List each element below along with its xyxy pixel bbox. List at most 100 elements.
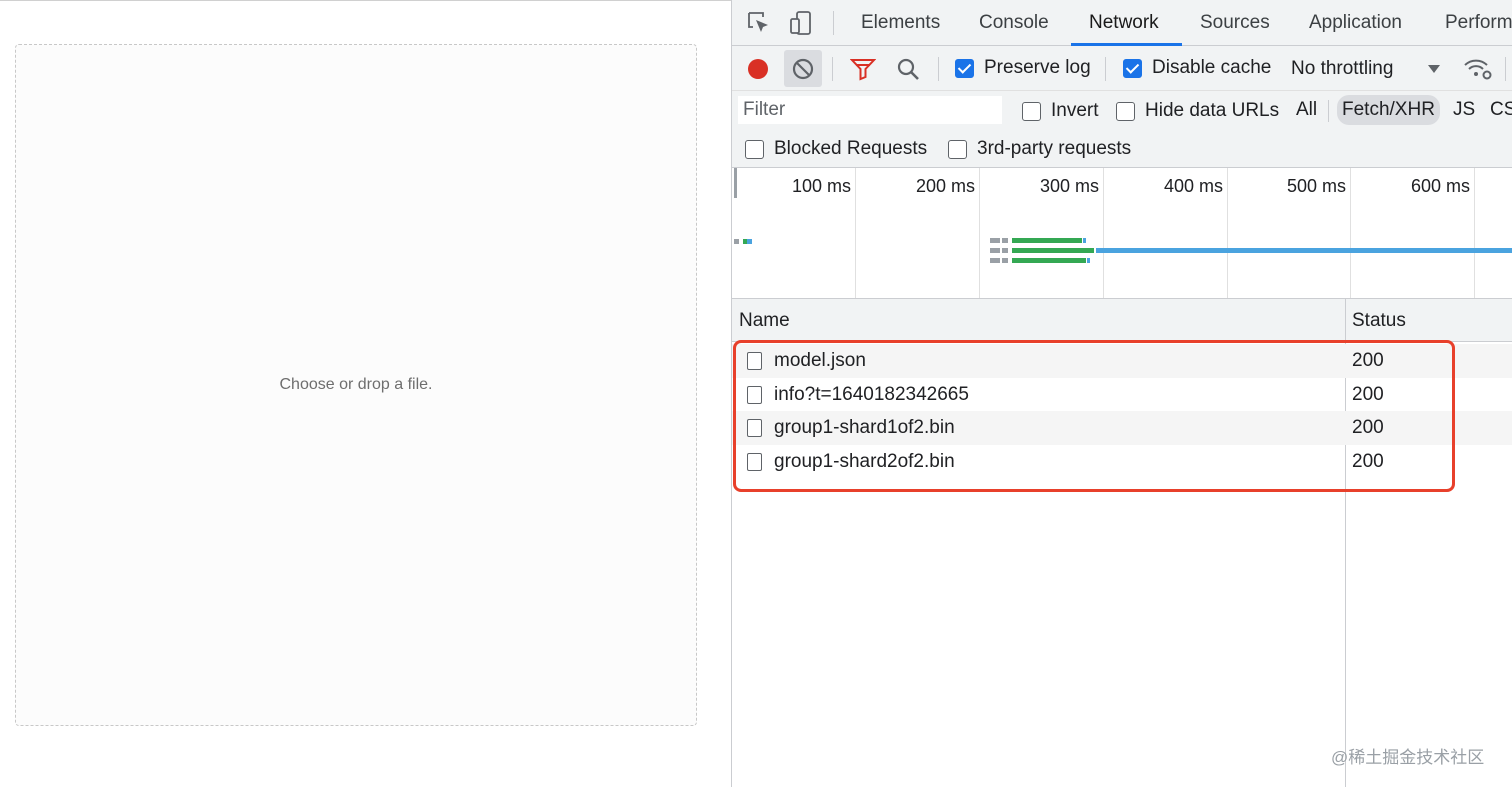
search-icon[interactable] (894, 46, 922, 91)
request-row[interactable]: model.json 200 (732, 344, 1512, 378)
throttling-value: No throttling (1291, 58, 1394, 79)
waterfall-bar (1012, 248, 1094, 253)
document-icon (747, 419, 762, 437)
tab-application[interactable]: Application (1309, 0, 1402, 46)
preserve-log-check-icon (955, 58, 974, 78)
file-drop-zone[interactable]: Choose or drop a file. (15, 44, 697, 726)
hide-data-urls-check-icon (1116, 101, 1135, 121)
document-icon (747, 352, 762, 370)
device-toolbar-icon[interactable] (786, 0, 816, 46)
invert-checkbox[interactable]: Invert (1022, 100, 1099, 122)
overview-gridline (1103, 168, 1104, 298)
disable-cache-checkbox[interactable]: Disable cache (1123, 57, 1271, 79)
request-grid-header: Name Status (732, 299, 1512, 342)
clear-icon[interactable] (784, 50, 822, 87)
waterfall-bar (1002, 248, 1008, 253)
preserve-log-label: Preserve log (984, 57, 1091, 78)
third-party-check-icon (948, 139, 967, 159)
waterfall-bar (1012, 238, 1082, 243)
filter-type-css[interactable]: CS (1485, 95, 1512, 125)
request-status: 200 (1352, 384, 1384, 405)
tab-network[interactable]: Network (1089, 0, 1159, 46)
watermark: @稀土掘金技术社区 (1331, 748, 1485, 767)
waterfall-bar (747, 239, 752, 244)
request-row[interactable]: info?t=1640182342665 200 (732, 378, 1512, 412)
network-overview[interactable]: 100 ms 200 ms 300 ms 400 ms 500 ms 600 m… (732, 168, 1512, 299)
filter-bar-secondary: Blocked Requests 3rd-party requests (732, 129, 1512, 168)
document-icon (747, 386, 762, 404)
devtools-tab-bar: Elements Console Network Sources Applica… (732, 0, 1512, 46)
blocked-requests-label: Blocked Requests (774, 138, 928, 159)
filter-type-all[interactable]: All (1291, 95, 1322, 125)
column-header-status[interactable]: Status (1352, 299, 1406, 342)
toolbar-separator (1105, 57, 1106, 81)
waterfall-bar (990, 258, 1000, 263)
filter-separator (1328, 100, 1329, 122)
toolbar-separator (832, 57, 833, 81)
overview-window-handle[interactable] (734, 168, 737, 198)
waterfall-bar (990, 248, 1000, 253)
disable-cache-label: Disable cache (1152, 57, 1272, 78)
blocked-requests-checkbox[interactable]: Blocked Requests (745, 138, 927, 160)
invert-check-icon (1022, 101, 1041, 121)
waterfall-bar (1002, 258, 1008, 263)
overview-gridline (1227, 168, 1228, 298)
third-party-label: 3rd-party requests (977, 138, 1132, 159)
request-status: 200 (1352, 417, 1384, 438)
drop-zone-text: Choose or drop a file. (279, 376, 433, 393)
third-party-checkbox[interactable]: 3rd-party requests (948, 138, 1131, 160)
document-icon (747, 453, 762, 471)
hide-data-urls-label: Hide data URLs (1145, 100, 1280, 121)
request-name: model.json (774, 350, 866, 371)
waterfall-bar (734, 239, 739, 244)
filter-input[interactable] (738, 96, 1002, 124)
tab-elements[interactable]: Elements (861, 0, 940, 46)
request-row[interactable]: group1-shard1of2.bin 200 (732, 411, 1512, 445)
tab-console[interactable]: Console (979, 0, 1049, 46)
filter-type-js[interactable]: JS (1448, 95, 1480, 125)
invert-label: Invert (1051, 100, 1099, 121)
network-conditions-icon[interactable] (1462, 46, 1494, 91)
filter-icon[interactable] (848, 46, 878, 91)
request-status: 200 (1352, 451, 1384, 472)
tab-separator (833, 11, 834, 35)
blocked-requests-check-icon (745, 139, 764, 159)
request-name: info?t=1640182342665 (774, 384, 969, 405)
request-name: group1-shard2of2.bin (774, 451, 955, 472)
filter-type-fetch-xhr[interactable]: Fetch/XHR (1337, 95, 1440, 125)
request-status: 200 (1352, 350, 1384, 371)
tab-performance[interactable]: Perform (1445, 0, 1512, 46)
record-icon[interactable] (744, 46, 772, 91)
devtools-panel: Elements Console Network Sources Applica… (731, 0, 1512, 787)
preserve-log-checkbox[interactable]: Preserve log (955, 57, 1091, 79)
inspect-element-icon[interactable] (744, 0, 774, 46)
toolbar-separator (1505, 57, 1506, 81)
waterfall-bar (1083, 238, 1086, 243)
waterfall-bar (1012, 258, 1086, 263)
waterfall-bar (1002, 238, 1008, 243)
overview-tick-label: 100 ms (791, 176, 851, 196)
page-viewport: Choose or drop a file. (0, 0, 731, 787)
chevron-down-icon[interactable] (1425, 46, 1443, 91)
throttling-select[interactable]: No throttling (1291, 46, 1393, 91)
tab-sources[interactable]: Sources (1200, 0, 1270, 46)
toolbar-separator (938, 57, 939, 81)
request-row[interactable]: group1-shard2of2.bin 200 (732, 445, 1512, 479)
overview-tick-label: 300 ms (1039, 176, 1099, 196)
request-name: group1-shard1of2.bin (774, 417, 955, 438)
waterfall-bar (1087, 258, 1090, 263)
disable-cache-check-icon (1123, 58, 1142, 78)
filter-bar: Invert Hide data URLs All Fetch/XHR JS C… (732, 91, 1512, 129)
waterfall-bar (1096, 248, 1512, 253)
hide-data-urls-checkbox[interactable]: Hide data URLs (1116, 100, 1279, 122)
overview-gridline (1474, 168, 1475, 298)
overview-tick-label: 600 ms (1410, 176, 1470, 196)
overview-tick-label: 200 ms (915, 176, 975, 196)
overview-tick-label: 500 ms (1286, 176, 1346, 196)
network-toolbar: Preserve log Disable cache No throttling (732, 46, 1512, 91)
waterfall-bar (990, 238, 1000, 243)
overview-gridline (979, 168, 980, 298)
column-header-name[interactable]: Name (739, 299, 790, 342)
overview-gridline (855, 168, 856, 298)
overview-gridline (1350, 168, 1351, 298)
